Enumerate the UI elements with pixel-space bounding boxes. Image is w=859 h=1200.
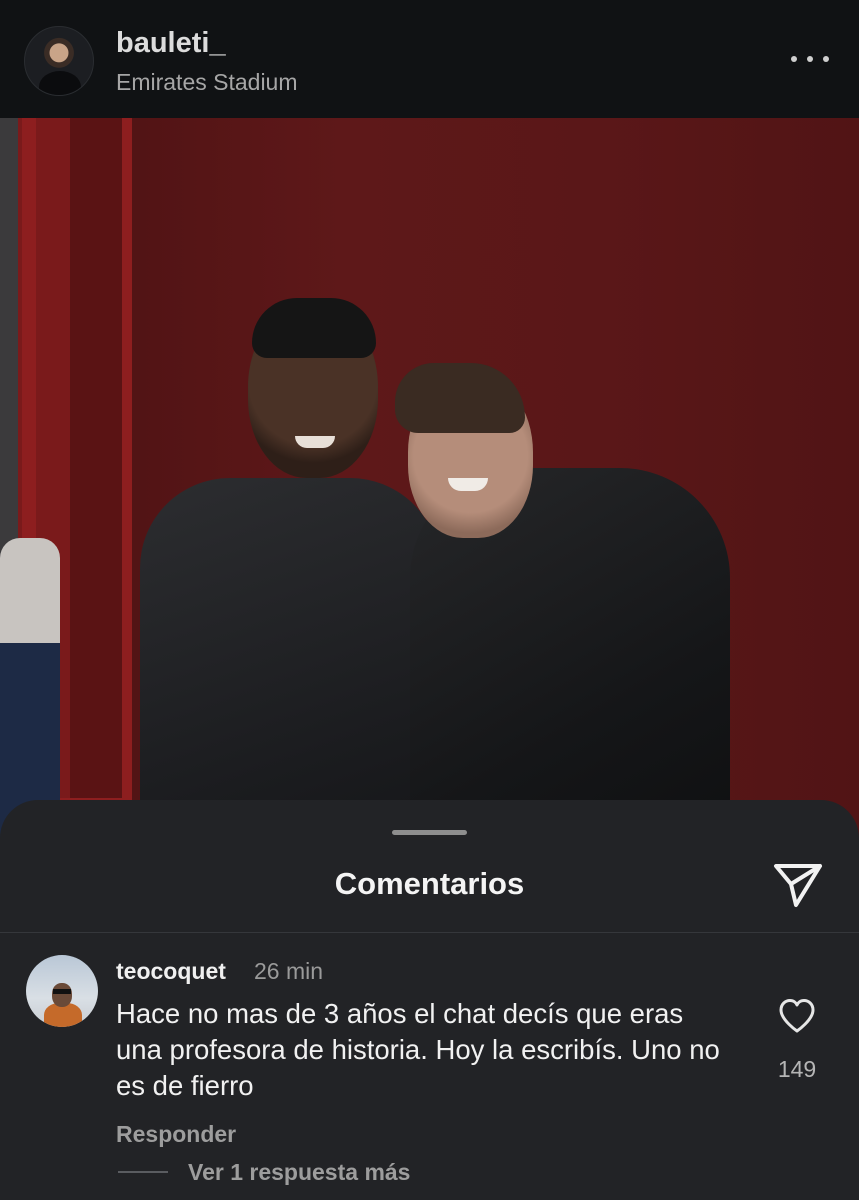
post-photo[interactable] <box>0 118 859 838</box>
view-replies-button[interactable]: Ver 1 respuesta más <box>188 1159 410 1186</box>
post-header: bauleti_ Emirates Stadium <box>0 0 859 118</box>
comment-time: 26 min <box>254 958 324 984</box>
post-location[interactable]: Emirates Stadium <box>116 69 298 96</box>
heart-outline-icon[interactable] <box>778 998 816 1034</box>
post-username[interactable]: bauleti_ <box>116 27 226 60</box>
replies-line <box>118 1171 168 1173</box>
comments-title: Comentarios <box>334 866 525 901</box>
reply-button[interactable]: Responder <box>116 1121 236 1148</box>
profile-avatar[interactable] <box>24 26 94 96</box>
sheet-drag-handle[interactable] <box>392 830 467 835</box>
photo-person-left <box>140 478 440 838</box>
comments-sheet: Comentarios teocoquet 26 min Hace no mas… <box>0 800 859 1200</box>
comment-text: Hace no mas de 3 años el chat decís que … <box>116 998 720 1101</box>
sheet-divider <box>0 932 859 933</box>
send-icon[interactable] <box>772 858 824 910</box>
like-count: 149 <box>777 1056 817 1082</box>
photo-person-left-hair <box>252 298 376 358</box>
photo-person-right-hair <box>395 363 525 433</box>
more-horizontal-icon[interactable] <box>791 50 829 68</box>
photo-person-left-smile <box>295 436 335 448</box>
photo-bystander <box>0 538 60 838</box>
comment-username[interactable]: teocoquet <box>116 958 226 985</box>
comment-avatar[interactable] <box>26 955 98 1027</box>
